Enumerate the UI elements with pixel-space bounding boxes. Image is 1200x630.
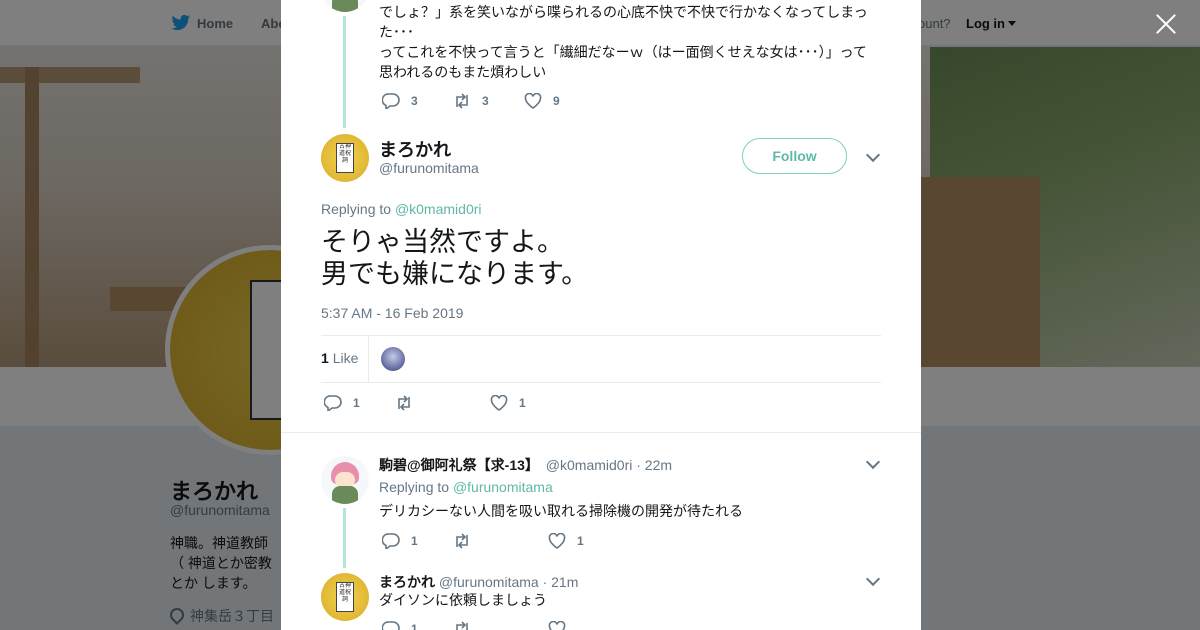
replying-handle-link[interactable]: @k0mamid0ri (395, 201, 482, 217)
reply-icon (382, 93, 400, 109)
tweet-modal: でしょ？」系を笑いながら喋られるの心底不快で不快で行かなくなってしまった･･･ … (281, 0, 921, 630)
reply-button[interactable]: 3 (382, 93, 425, 109)
reply-handle[interactable]: @furunomitama (439, 574, 539, 590)
chevron-down-icon[interactable] (865, 147, 881, 163)
reply-count: 1 (411, 622, 418, 630)
prev-tweet-text-1: でしょ？」系を笑いながら喋られるの心底不快で不快で行かなくなってしまった･･･ (379, 4, 868, 40)
prev-tweet-avatar[interactable] (321, 0, 369, 12)
reply-count: 3 (411, 94, 418, 108)
stat-divider (368, 336, 369, 382)
main-tweet-text-line-1: そりゃ当然ですよ。 (321, 227, 564, 257)
likes-stat-label: Like (332, 350, 359, 366)
divider (281, 432, 921, 433)
tweet-timestamp[interactable]: 5:37 AM - 16 Feb 2019 (321, 305, 463, 321)
replying-prefix: Replying to (379, 479, 450, 495)
reply-avatar[interactable]: 古神道祝詞 (321, 573, 369, 621)
retweet-button[interactable] (453, 533, 496, 549)
like-count: 1 (577, 534, 584, 548)
reply-header: 駒碧@御阿礼祭【求-13】 @k0mamid0ri · 22m (379, 455, 672, 475)
reply-button[interactable]: 1 (382, 621, 425, 630)
retweet-button[interactable] (395, 395, 438, 411)
divider (321, 382, 881, 383)
main-tweet-name[interactable]: まろかれ (379, 136, 451, 162)
prev-tweet-text-2: ってこれを不快って言うと「繊細だなーｗ（はー面倒くせえな女は･･･）」って思われ… (379, 44, 867, 80)
like-button[interactable]: 9 (524, 93, 567, 109)
replying-prefix: Replying to (321, 201, 392, 217)
chevron-down-icon[interactable] (865, 571, 881, 587)
reply-icon (382, 533, 400, 549)
main-tweet-text-line-2: 男でも嫌になります。 (321, 259, 589, 289)
reply-button[interactable]: 1 (324, 395, 367, 411)
reply-icon (382, 621, 400, 630)
like-count: 9 (553, 94, 560, 108)
reply-text: デリカシーない人間を吸い取れる掃除機の開発が待たれる (379, 503, 743, 519)
follow-button[interactable]: Follow (742, 138, 847, 174)
reply-time[interactable]: · 22m (636, 457, 672, 473)
liker-avatar[interactable] (381, 347, 405, 371)
like-button[interactable]: 1 (490, 395, 533, 411)
like-button[interactable]: 1 (548, 533, 591, 549)
reply-header: まろかれ @furunomitama · 21m (379, 572, 578, 592)
likes-stat-count: 1 (321, 350, 329, 366)
heart-icon (524, 93, 542, 109)
main-tweet-avatar[interactable]: 古神道祝詞 (321, 134, 369, 182)
main-tweet-actions: 1 1 (324, 395, 561, 411)
retweet-icon (398, 395, 410, 411)
like-count: 1 (519, 396, 526, 410)
heart-icon (548, 533, 566, 549)
retweet-button[interactable]: 3 (453, 93, 496, 109)
reply-handle[interactable]: @k0mamid0ri (546, 457, 633, 473)
reply-icon (324, 395, 342, 411)
close-icon[interactable] (1155, 13, 1177, 35)
like-button[interactable] (548, 621, 591, 630)
reply-avatar[interactable] (321, 456, 369, 504)
reply-button[interactable]: 1 (382, 533, 425, 549)
replying-handle-link[interactable]: @furunomitama (453, 479, 553, 495)
prev-tweet-actions: 3 3 9 (382, 93, 595, 109)
reply-actions: 1 (382, 621, 619, 630)
thread-line (343, 16, 346, 128)
reply-name[interactable]: 駒碧@御阿礼祭【求-13】 (379, 457, 539, 473)
thread-line (343, 508, 346, 568)
reply-replying-to: Replying to @furunomitama (379, 479, 553, 495)
reply-text: ダイソンに依頼しましょう (379, 592, 547, 608)
reply-count: 1 (353, 396, 360, 410)
reply-count: 1 (411, 534, 418, 548)
reply-name[interactable]: まろかれ (379, 574, 435, 590)
replying-to: Replying to @k0mamid0ri (321, 201, 482, 217)
reply-time[interactable]: · 21m (543, 574, 579, 590)
retweet-icon (456, 533, 468, 549)
main-tweet-handle[interactable]: @furunomitama (379, 160, 479, 176)
heart-icon (490, 395, 508, 411)
chevron-down-icon[interactable] (865, 454, 881, 470)
avatar-card-label: 古神道祝詞 (336, 582, 354, 612)
avatar-card-label: 古神道祝詞 (336, 143, 354, 173)
avatar-body (332, 486, 358, 504)
reply-actions: 1 1 (382, 533, 619, 549)
divider (321, 335, 881, 336)
avatar-body (332, 0, 358, 12)
retweet-button[interactable] (453, 621, 496, 630)
likes-stat[interactable]: 1 Like (321, 350, 358, 366)
heart-icon (548, 621, 566, 630)
retweet-icon (456, 93, 468, 109)
retweet-count: 3 (482, 94, 489, 108)
retweet-icon (456, 621, 468, 630)
main-tweet-text: そりゃ当然ですよ。 男でも嫌になります。 (321, 226, 588, 290)
